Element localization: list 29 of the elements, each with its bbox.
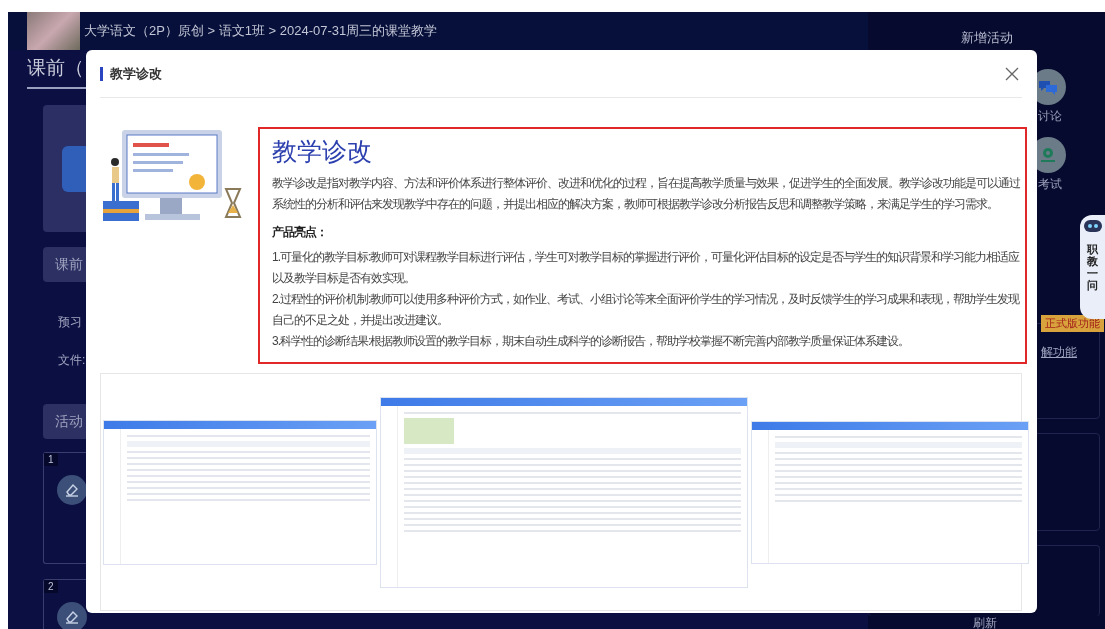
photo-placeholder (27, 12, 80, 50)
intro-paragraph: 教学诊改是指对教学内容、方法和评价体系进行整体评价、改进和优化的过程，旨在提高教学质量与效果，促进学生的全面发展。教学诊改功能是可以通过系统性的分析和评估来发现教学中存在的问题，并提出相应的解决方案，教师可根据教学诊改分析报告反思和调整教学策略，来满足学生的学习需求。 (272, 175, 1021, 213)
intro-heading: 教学诊改 (272, 136, 373, 167)
panel-title: 新增活动 (959, 30, 1014, 46)
card-number: 2 (44, 580, 58, 593)
eraser-icon (57, 602, 87, 629)
highlights-title: 产品亮点： (272, 224, 328, 241)
section-button[interactable]: 活动 (43, 404, 86, 439)
activity-card[interactable]: 2 (43, 579, 86, 629)
section-button[interactable]: 课前 (43, 247, 86, 282)
dialog-title: 教学诊改 (100, 66, 162, 81)
robot-icon (1082, 219, 1103, 233)
assistant-label: 职教一问 (1087, 243, 1098, 292)
eraser-icon (57, 475, 87, 505)
highlight-item: 2.过程性的评价机制:教师可以使用多种评价方式，如作业、考试、小组讨论等来全面评价学生的学习情况，及时反馈学生的学习成果和表现，帮助学生发现自己的不足之处，并提出改进建议。 (272, 291, 1021, 329)
field-label: 文件: (58, 352, 86, 368)
activity-card[interactable]: 1 (43, 452, 86, 564)
close-icon[interactable] (1005, 66, 1019, 81)
card-number: 1 (44, 453, 58, 466)
activity-label: 讨论 (1038, 109, 1062, 123)
breadcrumb: 大学语文（2P）原创 > 语文1班 > 2024-07-31周三的课堂教学 (84, 22, 438, 40)
field-label: 预习 (58, 314, 83, 330)
highlight-item: 3.科学性的诊断结果:根据教师设置的教学目标，期末自动生成科学的诊断报告，帮助学校掌握不断完善内部教学质量保证体系建设。 (272, 333, 911, 350)
activity-label: 考试 (1038, 177, 1062, 191)
refresh-link[interactable]: 刷新 (865, 616, 1105, 629)
feature-badge: 正式版功能 (1041, 315, 1104, 332)
assistant-widget[interactable]: 职教一问 (1080, 215, 1105, 319)
feature-link[interactable]: 解功能 (1041, 345, 1077, 359)
highlight-item: 1.可量化的教学目标:教师可对课程教学目标进行评估，学生可对教学目标的掌握进行评价，可量化评估目标的设定是否与学生的知识背景和学习能力相适应以及教学目标是否有效实现。 (272, 249, 1021, 287)
